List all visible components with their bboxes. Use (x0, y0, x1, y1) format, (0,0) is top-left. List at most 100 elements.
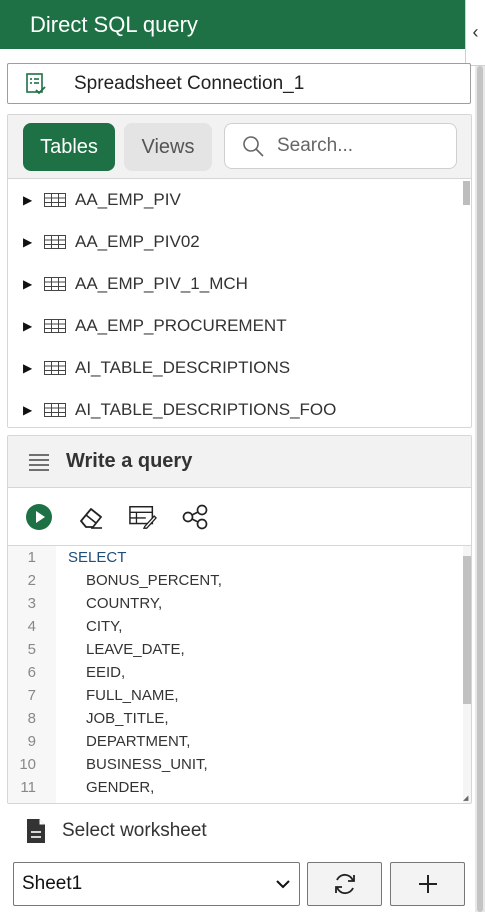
line-number: 2 (27, 572, 36, 589)
expand-caret-icon[interactable]: ▶ (23, 193, 35, 207)
expand-caret-icon[interactable]: ▶ (23, 277, 35, 291)
line-number: 10 (19, 756, 36, 773)
code-line: 6 EEID, (8, 661, 463, 684)
table-search[interactable] (224, 123, 457, 169)
editor-scrollbar-thumb[interactable] (463, 556, 471, 704)
line-text: BUSINESS_UNIT, (86, 756, 208, 773)
code-line: 7 FULL_NAME, (8, 684, 463, 707)
worksheet-select[interactable]: Sheet1 (13, 862, 300, 906)
table-name: AA_EMP_PIV02 (75, 232, 200, 251)
query-toolbar (8, 488, 471, 546)
connection-name: Spreadsheet Connection_1 (74, 72, 305, 94)
table-list-item[interactable]: ▶ AI_TABLE_DESCRIPTIONS_FOO (8, 389, 461, 427)
code-line: 11 GENDER, (8, 776, 463, 799)
format-sql-icon (129, 505, 157, 529)
table-icon (44, 277, 66, 291)
pane-scrollbar[interactable] (475, 66, 485, 912)
line-number: 4 (27, 618, 36, 635)
table-list-item[interactable]: ▶ AA_EMP_PIV (8, 179, 461, 221)
code-line: 4 CITY, (8, 615, 463, 638)
share-icon (182, 504, 208, 529)
line-text: DEPARTMENT, (86, 733, 191, 750)
expand-caret-icon[interactable]: ▶ (23, 235, 35, 249)
line-number: 3 (27, 595, 36, 612)
line-text: LEAVE_DATE, (86, 641, 185, 658)
select-worksheet-text: Select worksheet (62, 820, 207, 841)
line-text: FULL_NAME, (86, 687, 179, 704)
line-text: EEID, (86, 664, 126, 681)
database-check-icon (26, 72, 46, 94)
pane-scrollbar-thumb[interactable] (477, 66, 483, 912)
format-sql-button[interactable] (129, 503, 157, 531)
add-worksheet-button[interactable] (390, 862, 465, 906)
eraser-icon (80, 507, 102, 529)
run-icon (26, 503, 52, 530)
table-name: AI_TABLE_DESCRIPTIONS (75, 358, 291, 377)
tables-tabs-row: Tables Views (8, 115, 471, 179)
worksheet-selected-value: Sheet1 (22, 873, 83, 894)
line-text: BONUS_PERCENT, (86, 572, 222, 589)
table-name: AI_TABLE_DESCRIPTIONS_FOO (75, 400, 337, 419)
code-line: 5 LEAVE_DATE, (8, 638, 463, 661)
line-number: 11 (20, 779, 36, 796)
select-worksheet-label: Select worksheet (26, 815, 207, 847)
table-list: ▶ AA_EMP_PIV ▶ AA_EMP_PIV02 ▶ AA_EMP_PIV… (8, 179, 461, 427)
table-icon (44, 193, 66, 207)
query-panel-title: Write a query (66, 450, 193, 472)
tables-panel: Tables Views ▶ AA_EMP_PIV ▶ AA_EMP_PIV02… (7, 114, 472, 428)
share-query-button[interactable] (181, 503, 209, 531)
chevron-down-icon (276, 880, 290, 889)
chevron-left-icon: ‹ (472, 22, 479, 42)
refresh-worksheets-button[interactable] (307, 862, 382, 906)
table-list-item[interactable]: ▶ AI_TABLE_DESCRIPTIONS (8, 347, 461, 389)
table-name: AA_EMP_PROCUREMENT (75, 316, 287, 335)
line-text: COUNTRY, (86, 595, 163, 612)
resize-grip-icon[interactable]: ◢ (463, 795, 471, 803)
line-number: 1 (27, 549, 36, 566)
search-input[interactable] (277, 135, 447, 157)
query-panel: Write a query 1 SELECT 2 BONUS_PERCENT, … (7, 435, 472, 804)
code-line: 9 DEPARTMENT, (8, 730, 463, 753)
table-list-item[interactable]: ▶ AA_EMP_PROCUREMENT (8, 305, 461, 347)
expand-caret-icon[interactable]: ▶ (23, 361, 35, 375)
line-text: JOB_TITLE, (86, 710, 169, 727)
search-icon (243, 136, 264, 157)
table-list-scrollbar-thumb[interactable] (463, 181, 470, 205)
expand-caret-icon[interactable]: ▶ (23, 319, 35, 333)
run-query-button[interactable] (25, 503, 53, 531)
line-number: 6 (27, 664, 36, 681)
table-icon (44, 403, 66, 417)
refresh-icon (334, 873, 355, 895)
code-line: 1 SELECT (8, 546, 463, 569)
code-line: 3 COUNTRY, (8, 592, 463, 615)
panel-title: Direct SQL query (30, 11, 198, 37)
table-icon (44, 319, 66, 333)
tab-views[interactable]: Views (124, 123, 212, 171)
code-line: 10 BUSINESS_UNIT, (8, 753, 463, 776)
sql-editor[interactable]: 1 SELECT 2 BONUS_PERCENT, 3 COUNTRY, 4 CITY,… (8, 546, 471, 803)
table-list-item[interactable]: ▶ AA_EMP_PIV_1_MCH (8, 263, 461, 305)
menu-icon (29, 453, 49, 471)
editor-scrollbar[interactable] (463, 546, 471, 803)
line-number: 5 (27, 641, 36, 658)
connection-selector[interactable]: Spreadsheet Connection_1 (7, 63, 471, 104)
collapse-panel-button[interactable]: ‹ (465, 0, 485, 66)
query-panel-header[interactable]: Write a query (8, 436, 471, 488)
line-text: SELECT (68, 549, 127, 566)
code-line: 8 JOB_TITLE, (8, 707, 463, 730)
line-text: CITY, (86, 618, 123, 635)
panel-header: Direct SQL query (0, 0, 466, 49)
clear-query-button[interactable] (77, 503, 105, 531)
code-line: 2 BONUS_PERCENT, (8, 569, 463, 592)
tab-tables[interactable]: Tables (23, 123, 115, 171)
table-name: AA_EMP_PIV_1_MCH (75, 274, 248, 293)
line-number: 9 (27, 733, 36, 750)
expand-caret-icon[interactable]: ▶ (23, 403, 35, 417)
table-list-scrollbar[interactable] (462, 179, 471, 427)
table-list-item[interactable]: ▶ AA_EMP_PIV02 (8, 221, 461, 263)
line-text: GENDER, (86, 779, 155, 796)
line-number: 7 (27, 687, 36, 704)
plus-icon (418, 875, 437, 893)
table-name: AA_EMP_PIV (75, 190, 181, 209)
table-icon (44, 235, 66, 249)
